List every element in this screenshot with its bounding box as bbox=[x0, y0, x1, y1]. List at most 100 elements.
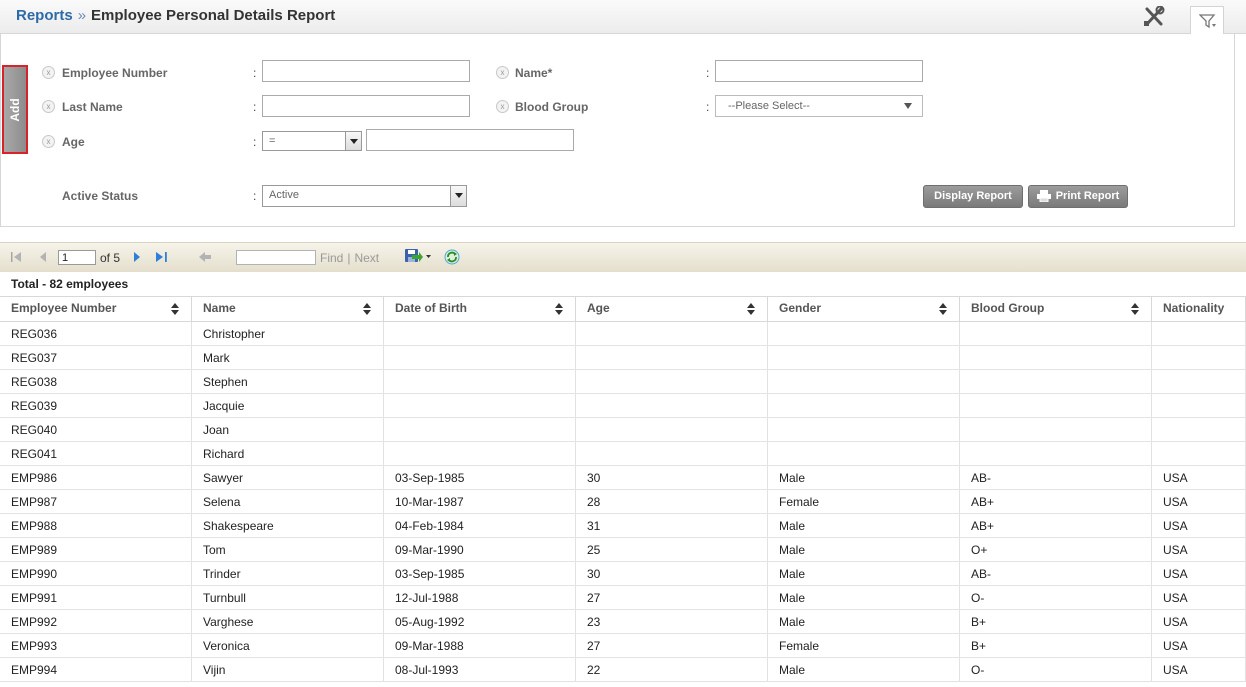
age-operator-select[interactable]: = bbox=[262, 131, 362, 151]
column-header[interactable]: Employee Number bbox=[0, 297, 192, 322]
export-icon[interactable] bbox=[404, 248, 432, 264]
table-cell: AB- bbox=[960, 562, 1152, 586]
sort-icon[interactable] bbox=[939, 303, 947, 318]
table-cell bbox=[384, 394, 576, 418]
column-header[interactable]: Blood Group bbox=[960, 297, 1152, 322]
column-header-label: Age bbox=[587, 301, 610, 315]
blood-group-select[interactable]: --Please Select-- bbox=[715, 95, 923, 117]
breadcrumb-separator: » bbox=[77, 7, 87, 24]
find-input[interactable] bbox=[236, 250, 316, 265]
back-icon[interactable] bbox=[198, 251, 212, 263]
table-cell: EMP992 bbox=[0, 610, 192, 634]
table-cell: Male bbox=[768, 466, 960, 490]
table-cell: B+ bbox=[960, 610, 1152, 634]
tools-icon[interactable] bbox=[1142, 5, 1166, 28]
first-page-icon[interactable] bbox=[10, 251, 22, 263]
print-report-button[interactable]: Print Report bbox=[1028, 185, 1128, 208]
column-header[interactable]: Age bbox=[576, 297, 768, 322]
colon: : bbox=[253, 189, 257, 203]
remove-last-name-filter[interactable]: x bbox=[42, 100, 55, 113]
table-header-row: Employee Number Name Date of Birth Age Gende… bbox=[0, 296, 1246, 322]
remove-blood-group-filter[interactable]: x bbox=[496, 100, 509, 113]
table-cell: Male bbox=[768, 658, 960, 682]
last-page-icon[interactable] bbox=[155, 251, 169, 263]
page-number-input[interactable]: 1 bbox=[58, 250, 96, 265]
add-filter-button[interactable]: Add bbox=[2, 65, 28, 154]
age-input[interactable] bbox=[366, 129, 574, 151]
table-row: REG039 Jacquie bbox=[0, 394, 1246, 418]
sort-icon[interactable] bbox=[363, 303, 371, 318]
table-cell bbox=[960, 418, 1152, 442]
active-status-select[interactable]: Active bbox=[262, 185, 467, 207]
column-header[interactable]: Name bbox=[192, 297, 384, 322]
table-cell bbox=[1152, 322, 1246, 346]
printer-icon bbox=[1036, 190, 1051, 203]
sort-icon[interactable] bbox=[555, 303, 563, 318]
prev-page-icon[interactable] bbox=[37, 251, 49, 263]
table-cell bbox=[1152, 442, 1246, 466]
table-cell bbox=[960, 394, 1152, 418]
column-header-label: Name bbox=[203, 301, 236, 315]
breadcrumb-reports-link[interactable]: Reports bbox=[16, 7, 73, 24]
filter-tab[interactable] bbox=[1190, 6, 1224, 35]
table-cell: Sawyer bbox=[192, 466, 384, 490]
table-cell: 22 bbox=[576, 658, 768, 682]
colon: : bbox=[706, 66, 710, 80]
table-cell: EMP986 bbox=[0, 466, 192, 490]
last-name-label: Last Name bbox=[62, 100, 123, 114]
table-cell: Varghese bbox=[192, 610, 384, 634]
table-cell: 30 bbox=[576, 562, 768, 586]
find-next-link[interactable]: Next bbox=[354, 251, 379, 265]
table-cell: REG037 bbox=[0, 346, 192, 370]
refresh-icon[interactable] bbox=[444, 249, 460, 265]
column-header[interactable]: Date of Birth bbox=[384, 297, 576, 322]
table-cell: 31 bbox=[576, 514, 768, 538]
table-row: EMP989 Tom 09-Mar-1990 25 Male O+ USA bbox=[0, 538, 1246, 562]
column-header[interactable]: Gender bbox=[768, 297, 960, 322]
table-cell bbox=[768, 442, 960, 466]
table-cell bbox=[576, 346, 768, 370]
remove-employee-number-filter[interactable]: x bbox=[42, 66, 55, 79]
find-link[interactable]: Find bbox=[320, 251, 343, 265]
employee-number-input[interactable] bbox=[262, 60, 470, 82]
blood-group-label: Blood Group bbox=[515, 100, 589, 114]
table-cell bbox=[384, 322, 576, 346]
sort-icon[interactable] bbox=[1131, 303, 1139, 318]
active-status-label: Active Status bbox=[62, 189, 139, 203]
page-count: of 5 bbox=[100, 251, 121, 265]
table-cell: Mark bbox=[192, 346, 384, 370]
table-cell: Male bbox=[768, 514, 960, 538]
table-cell bbox=[960, 442, 1152, 466]
name-input[interactable] bbox=[715, 60, 923, 82]
next-page-icon[interactable] bbox=[131, 251, 143, 263]
table-cell: EMP989 bbox=[0, 538, 192, 562]
table-cell: 12-Jul-1988 bbox=[384, 586, 576, 610]
report-header: Reports» Employee Personal Details Report bbox=[0, 0, 1246, 35]
last-name-input[interactable] bbox=[262, 95, 470, 117]
age-operator-value: = bbox=[269, 135, 276, 147]
table-cell: 27 bbox=[576, 634, 768, 658]
remove-name-filter[interactable]: x bbox=[496, 66, 509, 79]
table-cell: 28 bbox=[576, 490, 768, 514]
column-header-label: Date of Birth bbox=[395, 301, 467, 315]
remove-age-filter[interactable]: x bbox=[42, 135, 55, 148]
table-cell: Male bbox=[768, 586, 960, 610]
table-cell: USA bbox=[1152, 490, 1246, 514]
table-cell bbox=[768, 418, 960, 442]
chevron-down-icon bbox=[345, 132, 361, 150]
display-report-button[interactable]: Display Report bbox=[923, 185, 1023, 208]
table-cell: 04-Feb-1984 bbox=[384, 514, 576, 538]
table-cell: Female bbox=[768, 490, 960, 514]
table-cell: Tom bbox=[192, 538, 384, 562]
sort-icon[interactable] bbox=[171, 303, 179, 318]
table-cell: 08-Jul-1993 bbox=[384, 658, 576, 682]
table-cell: Richard bbox=[192, 442, 384, 466]
sort-icon[interactable] bbox=[747, 303, 755, 318]
table-cell: 09-Mar-1990 bbox=[384, 538, 576, 562]
table-row: EMP991 Turnbull 12-Jul-1988 27 Male O- USA bbox=[0, 586, 1246, 610]
table-cell: REG036 bbox=[0, 322, 192, 346]
table-cell bbox=[1152, 418, 1246, 442]
name-label: Name* bbox=[515, 66, 553, 80]
table-cell bbox=[1152, 370, 1246, 394]
column-header[interactable]: Nationality bbox=[1152, 297, 1246, 322]
